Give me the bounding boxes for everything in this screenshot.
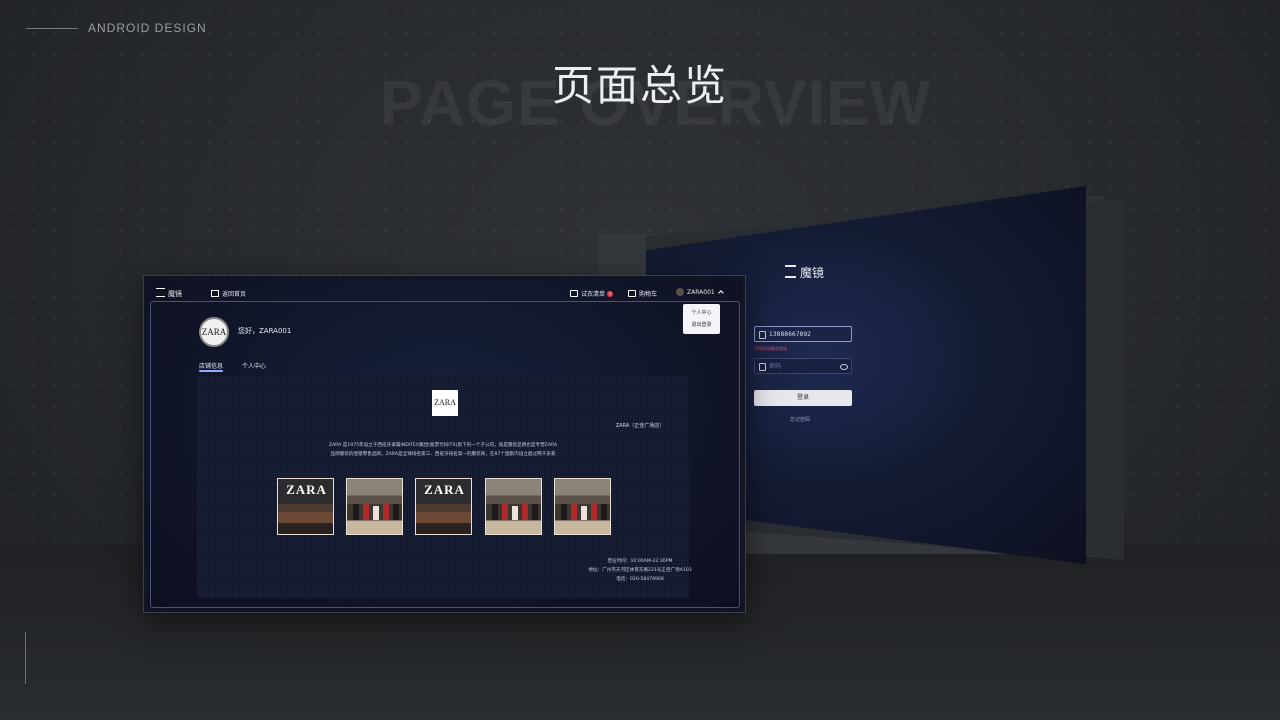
user-name: ZARA001: [687, 289, 715, 296]
desc-line-1: ZARA 是1975年设立于西班牙隶属INDITEX集团(股票代码ITX)旗下的…: [328, 443, 558, 448]
tab-profile[interactable]: 个人中心: [242, 361, 266, 370]
page-title: 页面总览: [551, 61, 728, 110]
cart-label: 购物车: [639, 291, 658, 298]
store-photo-2[interactable]: [346, 478, 403, 535]
home-link-label: 返回首页: [222, 291, 247, 298]
dropdown-item-profile[interactable]: 个人中心: [683, 309, 720, 316]
lock-icon: [759, 363, 766, 371]
fitting-list-label: 试衣清单: [581, 291, 606, 298]
photo-sign: ZARA: [286, 482, 327, 497]
fitting-list-link[interactable]: 试衣清单 1: [570, 289, 614, 298]
password-placeholder: 密码: [769, 363, 782, 370]
active-tab-indicator: [199, 370, 223, 372]
store-name: ZARA（正佳广场店）: [615, 423, 665, 429]
phone-input[interactable]: 13888667892: [754, 326, 852, 342]
app-logo: 魔镜: [156, 288, 182, 299]
login-logo: 魔镜: [785, 264, 824, 281]
home-icon: [211, 290, 219, 297]
store-avatar-logo: ZARA: [201, 327, 227, 337]
store-photo-1[interactable]: ZARA: [277, 478, 334, 535]
shirt-icon: [570, 290, 578, 297]
tab-store-info[interactable]: 店铺信息: [199, 361, 223, 370]
cart-icon: [628, 290, 636, 297]
photo-sign: ZARA: [424, 482, 465, 497]
mirror-logo-icon: [156, 288, 165, 297]
store-photo-5[interactable]: [554, 478, 611, 535]
store-avatar: ZARA: [199, 317, 229, 347]
user-dropdown: 个人中心 退出登录: [683, 304, 720, 334]
app-logo-text: 魔镜: [168, 290, 182, 298]
store-address: 地址：广州市天河区体育东路221号正佳广场A103: [588, 568, 692, 573]
store-description: ZARA 是1975年设立于西班牙隶属INDITEX集团(股票代码ITX)旗下的…: [317, 441, 569, 459]
login-logo-text: 魔镜: [800, 266, 825, 280]
dropdown-item-logout[interactable]: 退出登录: [683, 321, 720, 328]
login-button[interactable]: 登录: [754, 390, 852, 406]
phone-value: 13888667892: [769, 331, 811, 338]
corner-label: ANDROID DESIGN: [88, 21, 207, 35]
password-input[interactable]: 密码: [754, 358, 852, 374]
phone-icon: [759, 331, 766, 339]
chevron-up-icon: [717, 290, 724, 296]
desc-line-2: 品牌服装的连锁零售品牌。ZARA是全球排名第三、西班牙排名第一的服装商，在87个…: [330, 452, 556, 457]
zara-logo: ZARA: [432, 390, 458, 416]
store-photo-3[interactable]: ZARA: [415, 478, 472, 535]
user-menu[interactable]: ZARA001: [676, 288, 724, 296]
corner-line: [26, 28, 78, 29]
fitting-badge: 1: [607, 291, 614, 297]
store-phone: 电话：020-58478968: [616, 577, 664, 582]
mirror-logo-icon: [785, 265, 796, 278]
eye-icon[interactable]: [840, 364, 848, 370]
greeting: 您好，ZARA001: [238, 327, 292, 335]
home-link[interactable]: 返回首页: [211, 289, 246, 298]
store-photo-4[interactable]: [485, 478, 542, 535]
phone-error: 手机号码格式错误: [755, 346, 787, 351]
cart-link[interactable]: 购物车: [628, 289, 657, 298]
store-hours: 营业时间：10:00AM-22:30PM: [607, 559, 673, 564]
avatar: [676, 288, 684, 296]
left-accent-line: [25, 632, 26, 684]
